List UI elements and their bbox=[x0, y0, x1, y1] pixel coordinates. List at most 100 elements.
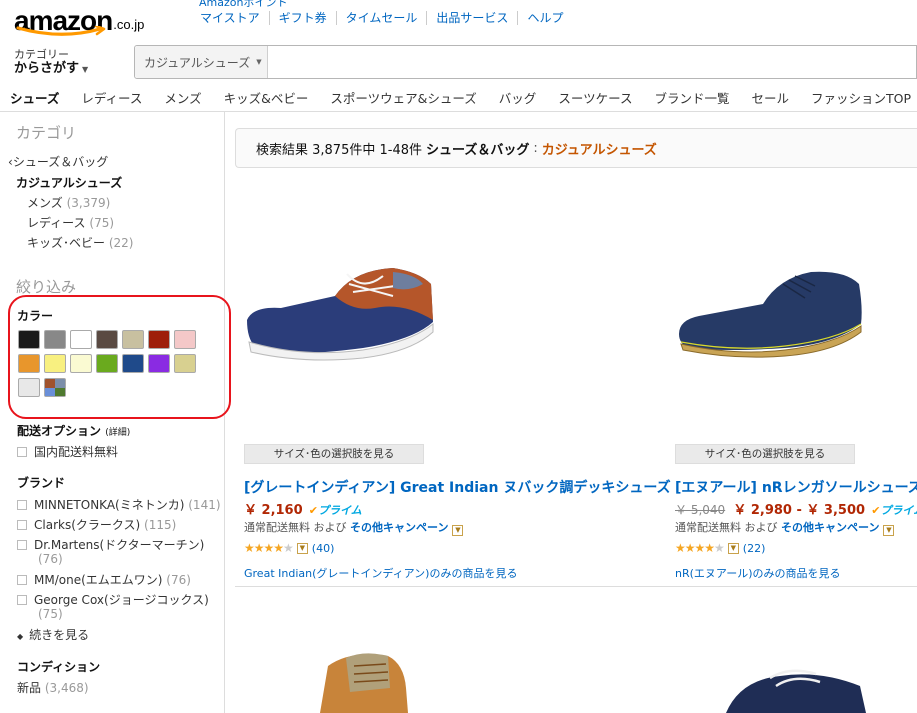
checkbox-icon bbox=[17, 447, 27, 457]
brand-count: (76) bbox=[38, 552, 63, 566]
brand-label: Dr.Martens(ドクターマーチン) bbox=[34, 538, 205, 552]
star-rating-icon[interactable]: ★★★★★ bbox=[675, 541, 725, 555]
condition-new-link[interactable]: 新品 (3,468) bbox=[17, 679, 89, 696]
category-section-title: カテゴリ bbox=[16, 124, 77, 142]
checkbox-icon bbox=[17, 500, 27, 510]
browse-line2: からさがす bbox=[14, 61, 80, 76]
search-category-dropdown[interactable]: カジュアルシューズ ▼ bbox=[135, 46, 268, 78]
checkbox-icon bbox=[17, 520, 27, 530]
nav-seller-services[interactable]: 出品サービス bbox=[427, 11, 519, 25]
checkbox-label: 国内配送料無料 bbox=[34, 445, 119, 459]
catnav-bags[interactable]: バッグ bbox=[499, 88, 537, 107]
chevron-down-icon[interactable]: ▼ bbox=[883, 525, 895, 536]
checkbox-icon bbox=[17, 595, 27, 605]
brand-checkbox-drmartens[interactable]: Dr.Martens(ドクターマーチン) bbox=[17, 536, 204, 553]
result-separator: : bbox=[533, 140, 538, 156]
brand-checkbox-clarks[interactable]: Clarks(クラークス) (115) bbox=[17, 516, 176, 533]
subcat-kids[interactable]: キッズ･ベビー (22) bbox=[27, 234, 133, 251]
expand-bullet-icon: ◆ bbox=[17, 632, 24, 641]
delivery-detail-link[interactable]: (詳細) bbox=[105, 428, 130, 438]
brand-only-link-1[interactable]: Great Indian(グレートインディアン)のみの商品を見る bbox=[244, 565, 517, 581]
search-box[interactable]: カジュアルシューズ ▼ bbox=[134, 45, 917, 79]
review-count-2[interactable]: (22) bbox=[743, 542, 766, 555]
catnav-fashion-top[interactable]: ファッションTOP bbox=[811, 88, 911, 107]
brand-count: (76) bbox=[166, 573, 191, 587]
brand-count: (141) bbox=[188, 498, 221, 512]
result-count-text: 検索結果 3,875件中 1-48件 bbox=[256, 142, 422, 158]
catnav-kids-baby[interactable]: キッズ&ベビー bbox=[224, 88, 309, 107]
product-image-2[interactable] bbox=[675, 264, 865, 360]
price-row-2: ￥ 5,040 ￥ 2,980 - ￥ 3,500 ✔プライム bbox=[675, 499, 917, 518]
result-subcategory: カジュアルシューズ bbox=[541, 142, 657, 158]
result-summary-bar: 検索結果 3,875件中 1-48件 シューズ＆バッグ : カジュアルシューズ bbox=[235, 128, 917, 168]
result-category[interactable]: シューズ＆バッグ bbox=[426, 139, 529, 158]
catnav-sportswear[interactable]: スポーツウェア&シューズ bbox=[330, 88, 476, 107]
subcat-mens[interactable]: メンズ (3,379) bbox=[27, 194, 110, 211]
brand-count-georgecox: (75) bbox=[38, 607, 63, 621]
logo-tld: .co.jp bbox=[113, 17, 145, 32]
chevron-down-icon[interactable]: ▼ bbox=[452, 525, 464, 536]
shipping-row-1: 通常配送無料 および その他キャンペーン ▼ bbox=[244, 519, 464, 536]
brand-count: (75) bbox=[38, 607, 63, 621]
price-2: ￥ 2,980 - ￥ 3,500 bbox=[733, 503, 866, 518]
free-shipping-checkbox[interactable]: 国内配送料無料 bbox=[17, 443, 118, 460]
nav-help[interactable]: ヘルプ bbox=[518, 11, 572, 25]
rating-row-2: ★★★★★ ▼ (22) bbox=[675, 541, 765, 555]
prime-label: プライム bbox=[318, 504, 362, 517]
browse-categories-button[interactable]: カテゴリー からさがす ▼ bbox=[14, 48, 88, 77]
nav-time-sale[interactable]: タイムセール bbox=[337, 11, 428, 25]
delivery-title-text: 配送オプション bbox=[17, 424, 102, 438]
prime-badge-icon: ✔プライム bbox=[871, 504, 917, 517]
dropdown-caret-icon: ▼ bbox=[256, 58, 262, 66]
product-image-3[interactable] bbox=[310, 648, 410, 713]
catnav-mens[interactable]: メンズ bbox=[164, 88, 201, 107]
nav-my-store[interactable]: マイストア bbox=[200, 11, 270, 25]
product-title-1[interactable]: [グレートインディアン] Great Indian ヌバック調デッキシューズ bbox=[244, 477, 671, 497]
catnav-suitcase[interactable]: スーツケース bbox=[558, 88, 632, 107]
campaign-link[interactable]: その他キャンペーン bbox=[350, 521, 448, 534]
subcat-label: レディース bbox=[27, 216, 86, 230]
browse-line1: カテゴリー bbox=[14, 48, 69, 61]
product-title-2[interactable]: [エヌアール] nRレンガソールシューズ bbox=[675, 477, 917, 497]
subcat-ladies[interactable]: レディース (75) bbox=[27, 214, 114, 231]
price-row-1: ￥ 2,160 ✔プライム bbox=[244, 499, 362, 518]
promo-link[interactable]: Amazonポイント bbox=[199, 0, 287, 10]
see-more-link[interactable]: ◆ 続きを見る bbox=[17, 626, 89, 643]
chevron-down-icon[interactable]: ▼ bbox=[296, 542, 308, 554]
brand-checkbox-mmone[interactable]: MM/one(エムエムワン) (76) bbox=[17, 571, 191, 588]
product-image-1[interactable] bbox=[243, 262, 435, 362]
chevron-down-icon[interactable]: ▼ bbox=[727, 542, 739, 554]
size-color-options-button-2[interactable]: サイズ･色の選択肢を見る bbox=[675, 444, 855, 464]
current-category: カジュアルシューズ bbox=[16, 176, 123, 190]
logo-smile-icon bbox=[16, 26, 106, 36]
nav-gift-card[interactable]: ギフト券 bbox=[270, 11, 337, 25]
color-filter-highlight bbox=[8, 295, 231, 419]
price-1: ￥ 2,160 bbox=[244, 503, 303, 518]
brand-only-link-2[interactable]: nR(エヌアール)のみの商品を見る bbox=[675, 565, 841, 581]
catnav-brand-list[interactable]: ブランド一覧 bbox=[654, 88, 729, 107]
search-category-value: カジュアルシューズ bbox=[144, 55, 251, 70]
catnav-ladies[interactable]: レディース bbox=[81, 88, 142, 107]
subcat-count: (75) bbox=[89, 216, 115, 230]
brand-filter-title: ブランド bbox=[17, 476, 66, 490]
catnav-shoes[interactable]: シューズ bbox=[10, 88, 59, 107]
brand-checkbox-minnetonka[interactable]: MINNETONKA(ミネトンカ) (141) bbox=[17, 496, 221, 513]
back-category-label: シューズ＆バッグ bbox=[12, 155, 109, 169]
checkbox-icon bbox=[17, 575, 27, 585]
size-color-options-button-1[interactable]: サイズ･色の選択肢を見る bbox=[244, 444, 424, 464]
star-rating-icon[interactable]: ★★★★★ bbox=[244, 541, 294, 555]
brand-label: MINNETONKA(ミネトンカ) bbox=[34, 498, 185, 512]
back-category-link[interactable]: ‹シューズ＆バッグ bbox=[8, 153, 108, 170]
brand-count-drmartens: (76) bbox=[38, 552, 63, 566]
top-nav: マイストア ギフト券 タイムセール 出品サービス ヘルプ bbox=[200, 11, 572, 25]
catnav-sale[interactable]: セール bbox=[751, 88, 789, 107]
rating-row-1: ★★★★★ ▼ (40) bbox=[244, 541, 334, 555]
brand-label: MM/one(エムエムワン) bbox=[34, 573, 163, 587]
product-image-4[interactable] bbox=[720, 664, 870, 713]
delivery-filter-title: 配送オプション (詳細) bbox=[17, 422, 130, 439]
campaign-link[interactable]: その他キャンペーン bbox=[781, 521, 879, 534]
condition-count: (3,468) bbox=[44, 681, 89, 695]
brand-checkbox-georgecox[interactable]: George Cox(ジョージコックス) bbox=[17, 591, 209, 608]
review-count-1[interactable]: (40) bbox=[312, 542, 335, 555]
see-more-label: 続きを見る bbox=[29, 628, 90, 642]
